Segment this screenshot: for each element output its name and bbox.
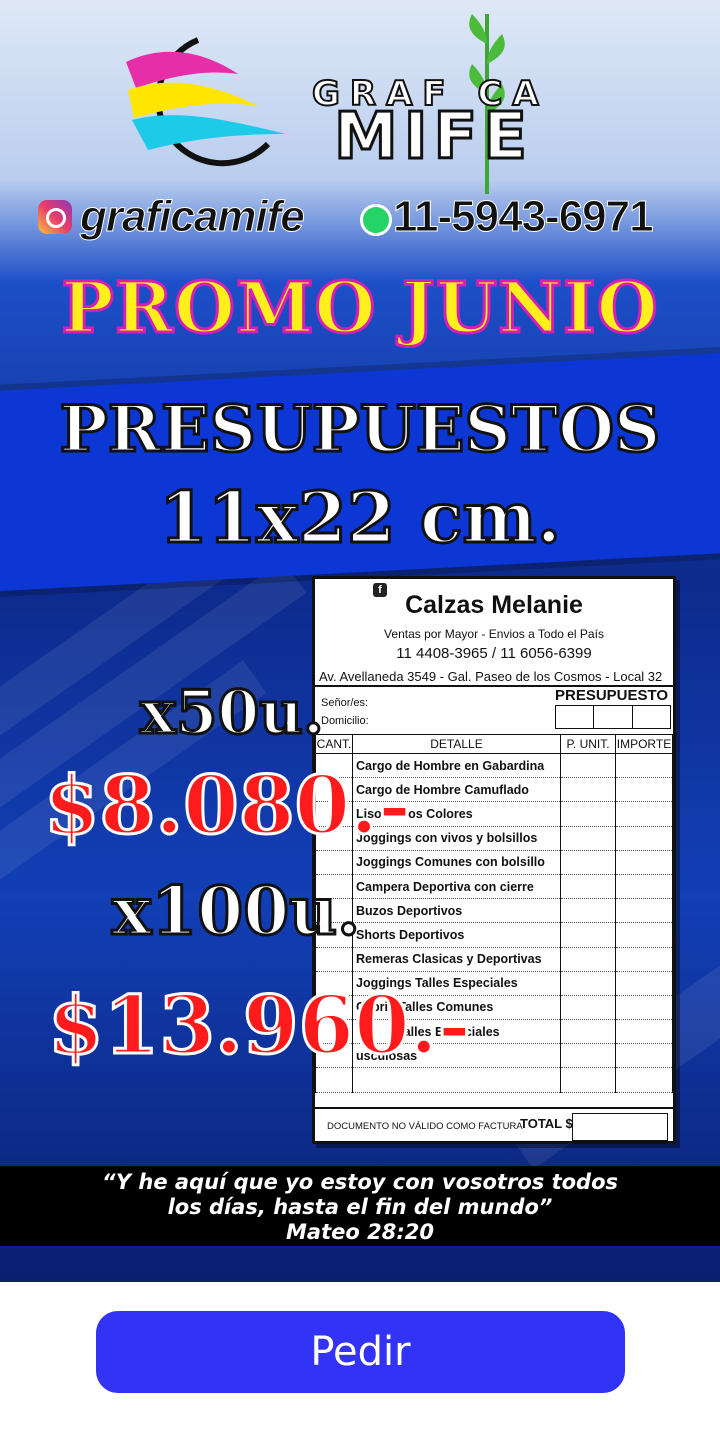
invoice-address: Av. Avellaneda 3549 - Gal. Paseo de los …	[319, 669, 663, 684]
quote-reference: Mateo 28:20	[286, 1220, 434, 1244]
quote-line: los días, hasta el fin del mundo”	[167, 1195, 553, 1219]
brand-name-main: MIFE	[333, 99, 533, 176]
promo-poster: GRAF CA MIFE graficamife 11-5943-6971 PR…	[0, 0, 720, 1282]
total-label: TOTAL $	[520, 1116, 573, 1131]
presupuesto-number-boxes	[555, 705, 671, 729]
table-row: Shorts Deportivos	[315, 922, 673, 948]
row-detail: Shorts Deportivos	[352, 922, 561, 948]
column-header: DETALLE	[352, 734, 561, 754]
bible-quote-band: “Y he aquí que yo estoy con vosotros tod…	[0, 1166, 720, 1246]
offer-price: $13.960.-	[47, 977, 473, 1074]
row-detail: Buzos Deportivos	[352, 898, 561, 924]
column-header: P. UNIT.	[560, 734, 616, 754]
offer-quantity: x100u.	[110, 871, 361, 952]
order-button[interactable]: Pedir	[96, 1311, 625, 1393]
row-detail: Joggings Comunes con bolsillo	[352, 850, 561, 875]
offer-price: $8.080.-	[42, 757, 412, 854]
instagram-handle: graficamife	[80, 192, 306, 242]
invoice-business-name: Calzas Melanie	[405, 591, 583, 619]
column-header: IMPORTE	[615, 734, 673, 754]
social-contact-bar: graficamife 11-5943-6971	[38, 192, 688, 250]
promo-title: PROMO JUNIO	[60, 265, 660, 351]
brand-logo-icon	[126, 37, 286, 167]
instagram-icon	[38, 200, 72, 234]
invoice-disclaimer: DOCUMENTO NO VÁLIDO COMO FACTURA	[327, 1121, 523, 1132]
row-detail: Campera Deportiva con cierre	[352, 874, 561, 900]
senor-label: Señor/es:	[321, 697, 369, 709]
table-row: Buzos Deportivos	[315, 898, 673, 924]
headline-size: 11x22 cm.	[158, 475, 563, 561]
table-row: Joggings Comunes con bolsillo	[315, 850, 673, 875]
headline-product: PRESUPUESTOS	[58, 391, 662, 469]
domicilio-label: Domicilio:	[321, 715, 369, 727]
row-detail: Remeras Clasicas y Deportivas	[352, 947, 561, 972]
invoice-subtitle: Ventas por Mayor - Envios a Todo el País	[384, 627, 604, 641]
whatsapp-icon	[360, 204, 392, 236]
invoice-footer: DOCUMENTO NO VÁLIDO COMO FACTURA TOTAL $	[315, 1107, 673, 1141]
invoice-phones: 11 4408-3965 / 11 6056-6399	[396, 645, 592, 662]
offer-quantity: x50u.	[139, 677, 326, 750]
quote-line: “Y he aquí que yo estoy con vosotros tod…	[101, 1170, 618, 1194]
total-box	[572, 1113, 668, 1141]
presupuesto-label: PRESUPUESTO	[555, 687, 669, 704]
whatsapp-phone: 11-5943-6971	[393, 192, 655, 242]
table-row: Campera Deportiva con cierre	[315, 874, 673, 900]
table-row: Remeras Clasicas y Deportivas	[315, 947, 673, 972]
